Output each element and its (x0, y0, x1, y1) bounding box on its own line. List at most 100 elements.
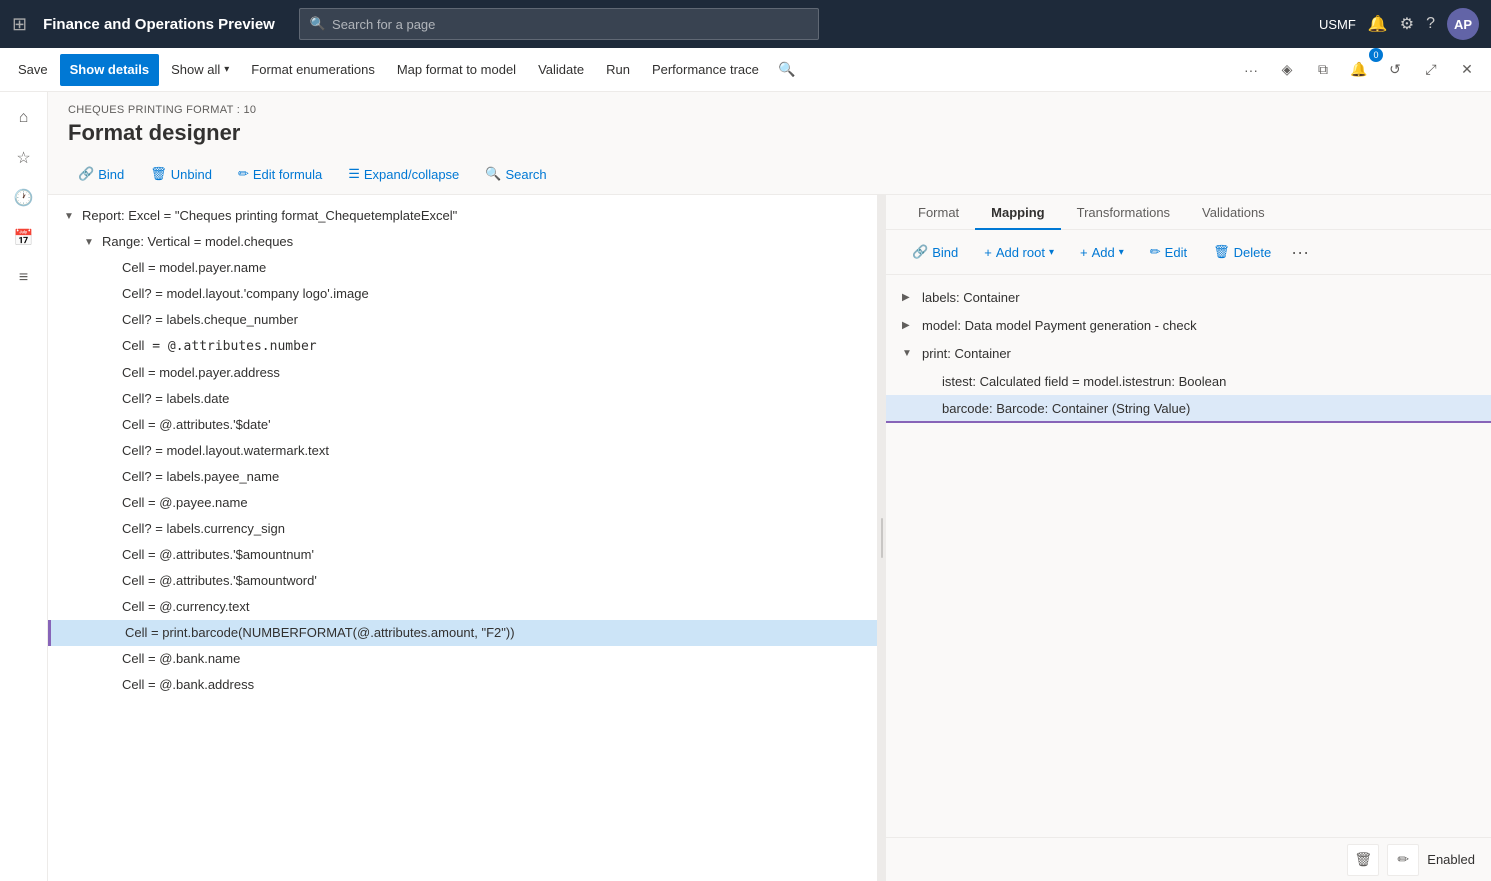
tree-item[interactable]: Cell = @.attributes.'$amountnum' (48, 542, 877, 568)
mapping-pane: FormatMappingTransformationsValidations … (886, 195, 1491, 881)
tree-item[interactable]: Cell = @.bank.address (48, 672, 877, 698)
tree-item[interactable]: Cell? = labels.payee_name (48, 464, 877, 490)
tree-item[interactable]: Cell = @.attributes.'$date' (48, 412, 877, 438)
close-icon[interactable]: ✕ (1451, 54, 1483, 86)
splitter[interactable] (878, 195, 886, 881)
show-all-label: Show all (171, 62, 220, 77)
tree-item[interactable]: Cell = @.currency.text (48, 594, 877, 620)
tree-text: Cell? = labels.currency_sign (122, 519, 285, 539)
tree-item[interactable]: Cell? = labels.cheque_number (48, 307, 877, 333)
settings-icon[interactable]: ⚙ (1400, 14, 1414, 34)
mapping-item[interactable]: ▶labels: Container (886, 283, 1491, 311)
tree-item[interactable]: Cell = model.payer.address (48, 360, 877, 386)
more-mapping-icon[interactable]: ··· (1287, 242, 1313, 263)
bind-label: Bind (98, 167, 124, 182)
search-input[interactable] (332, 17, 808, 32)
sidebar-calendar-icon[interactable]: 📅 (6, 220, 42, 256)
avatar[interactable]: AP (1447, 8, 1479, 40)
badge-count: 0 (1369, 48, 1383, 62)
delete-button[interactable]: 🗑 Delete (1203, 238, 1281, 266)
mapping-item[interactable]: ▶model: Data model Payment generation - … (886, 311, 1491, 339)
bind-icon: 🔗 (78, 166, 94, 182)
expand-collapse-icon: ☰ (348, 166, 360, 182)
add-root-button[interactable]: + Add root ▾ (974, 238, 1064, 266)
user-label: USMF (1319, 17, 1356, 32)
mapping-item[interactable]: istest: Calculated field = model.istestr… (886, 367, 1491, 395)
unbind-tool-button[interactable]: 🗑 Unbind (140, 160, 222, 188)
sidebar-list-icon[interactable]: ≡ (6, 260, 42, 296)
edit-icon: ✏ (1150, 244, 1161, 260)
show-all-button[interactable]: Show all ▾ (161, 54, 239, 86)
tree-text: Cell? = labels.date (122, 389, 229, 409)
tab-transformations[interactable]: Transformations (1061, 195, 1186, 230)
mapping-item[interactable]: barcode: Barcode: Container (String Valu… (886, 395, 1491, 423)
tree-item[interactable]: Cell = @.attributes.'$amountword' (48, 568, 877, 594)
tree-text: Cell = @.bank.address (122, 675, 254, 695)
tabs-bar: FormatMappingTransformationsValidations (886, 195, 1491, 230)
search-tool-icon: 🔍 (485, 166, 501, 182)
mapping-toolbar: 🔗 Bind + Add root ▾ + Add ▾ ✏ (886, 230, 1491, 275)
expand-collapse-button[interactable]: ☰ Expand/collapse (338, 160, 469, 188)
edit-button[interactable]: ✏ Edit (1140, 238, 1197, 266)
add-root-icon: + (984, 245, 992, 260)
mapping-tree: ▶labels: Container▶model: Data model Pay… (886, 275, 1491, 837)
tree-item[interactable]: Cell? = labels.currency_sign (48, 516, 877, 542)
show-details-button[interactable]: Show details (60, 54, 159, 86)
columns-icon[interactable]: ⧉ (1307, 54, 1339, 86)
mapping-bind-label: Bind (932, 245, 958, 260)
tab-format[interactable]: Format (902, 195, 975, 230)
bind-tool-button[interactable]: 🔗 Bind (68, 160, 134, 188)
search-tool-button[interactable]: 🔍 Search (475, 160, 556, 188)
notification-icon[interactable]: 🔔 (1368, 14, 1388, 34)
page-header: CHEQUES PRINTING FORMAT : 10 Format desi… (48, 92, 1491, 154)
tree-item[interactable]: ▼Range: Vertical = model.cheques (48, 229, 877, 255)
top-nav: ⊞ Finance and Operations Preview 🔍 USMF … (0, 0, 1491, 48)
map-text: model: Data model Payment generation - c… (922, 318, 1197, 333)
more-options-icon[interactable]: ··· (1235, 54, 1267, 86)
help-icon[interactable]: ? (1426, 15, 1435, 33)
add-button[interactable]: + Add ▾ (1070, 238, 1134, 266)
add-root-chevron: ▾ (1049, 247, 1054, 258)
tree-text: Cell = model.payer.name (122, 258, 266, 278)
tree-item[interactable]: Cell = print.barcode(NUMBERFORMAT(@.attr… (48, 620, 877, 646)
sidebar-star-icon[interactable]: ☆ (6, 140, 42, 176)
sidebar-home-icon[interactable]: ⌂ (6, 100, 42, 136)
map-format-button[interactable]: Map format to model (387, 54, 526, 86)
status-delete-icon[interactable]: 🗑 (1347, 844, 1379, 876)
splitter-handle (881, 518, 883, 558)
tree-text: Cell = @.attributes.'$date' (122, 415, 271, 435)
edit-formula-button[interactable]: ✏ Edit formula (228, 160, 332, 188)
tab-mapping[interactable]: Mapping (975, 195, 1060, 230)
tab-validations[interactable]: Validations (1186, 195, 1281, 230)
mapping-item[interactable]: ▼print: Container (886, 339, 1491, 367)
add-chevron: ▾ (1119, 247, 1124, 258)
run-button[interactable]: Run (596, 54, 640, 86)
performance-trace-button[interactable]: Performance trace (642, 54, 769, 86)
expand-collapse-label: Expand/collapse (364, 167, 459, 182)
tree-item[interactable]: ▼Report: Excel = "Cheques printing forma… (48, 203, 877, 229)
expand-icon[interactable]: ⤢ (1415, 54, 1447, 86)
tree-text: Cell = model.payer.address (122, 363, 280, 383)
sidebar-recent-icon[interactable]: 🕐 (6, 180, 42, 216)
tree-item[interactable]: Cell = @.bank.name (48, 646, 877, 672)
format-enumerations-button[interactable]: Format enumerations (241, 54, 385, 86)
search-cmd-icon[interactable]: 🔍 (771, 54, 803, 86)
save-button[interactable]: Save (8, 54, 58, 86)
breadcrumb: CHEQUES PRINTING FORMAT : 10 (68, 104, 1471, 116)
tree-item[interactable]: Cell = @.attributes.number (48, 333, 877, 360)
validate-button[interactable]: Validate (528, 54, 594, 86)
grid-icon[interactable]: ⊞ (12, 14, 27, 35)
add-icon: + (1080, 245, 1088, 260)
status-edit-icon[interactable]: ✏ (1387, 844, 1419, 876)
delete-icon: 🗑 (1213, 244, 1230, 260)
tree-item[interactable]: Cell? = labels.date (48, 386, 877, 412)
unbind-icon: 🗑 (150, 166, 167, 182)
diamond-icon[interactable]: ◈ (1271, 54, 1303, 86)
tree-item[interactable]: Cell = model.payer.name (48, 255, 877, 281)
tree-item[interactable]: Cell? = model.layout.'company logo'.imag… (48, 281, 877, 307)
refresh-icon[interactable]: ↺ (1379, 54, 1411, 86)
tree-item[interactable]: Cell = @.payee.name (48, 490, 877, 516)
mapping-bind-button[interactable]: 🔗 Bind (902, 238, 968, 266)
tree-item[interactable]: Cell? = model.layout.watermark.text (48, 438, 877, 464)
search-bar[interactable]: 🔍 (299, 8, 819, 40)
